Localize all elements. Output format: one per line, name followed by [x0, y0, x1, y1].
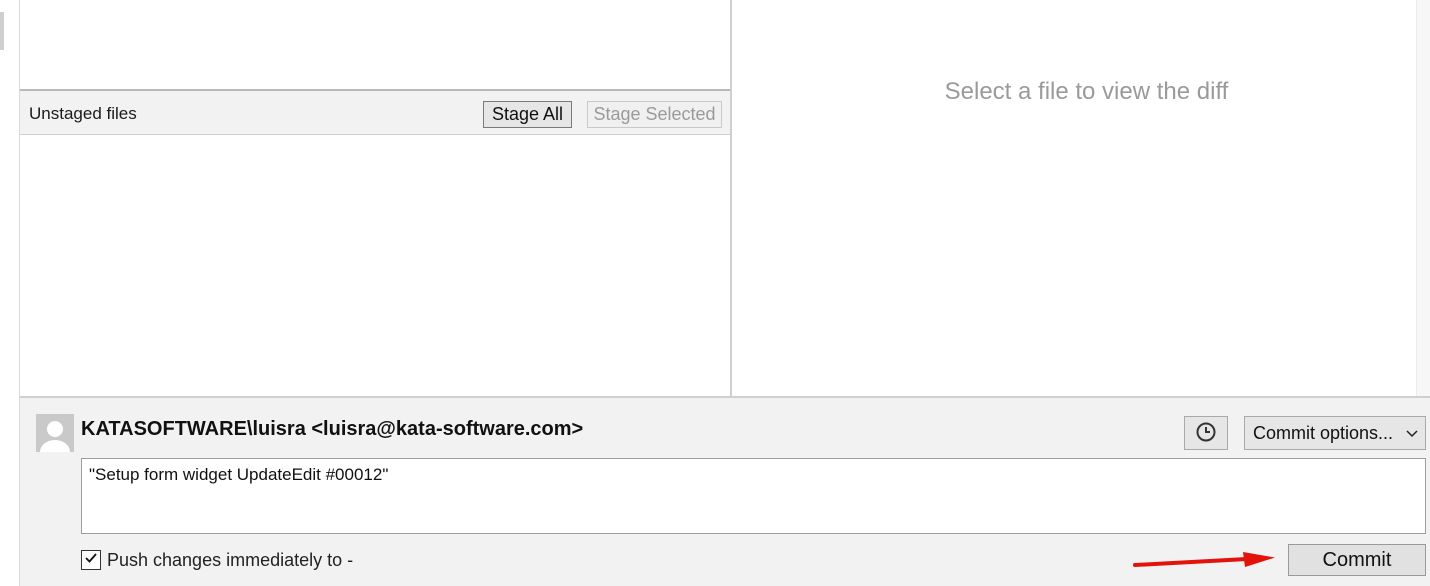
diff-placeholder-text: Select a file to view the diff [944, 78, 1229, 105]
stage-all-button[interactable]: Stage All [483, 101, 572, 128]
commit-options-label: Commit options... [1253, 422, 1394, 443]
red-arrow-icon [1133, 552, 1275, 567]
left-gutter [0, 0, 20, 586]
commit-options-dropdown[interactable]: Commit options... [1244, 416, 1426, 450]
push-changes-checkbox[interactable] [81, 550, 101, 570]
unstaged-files-header: Unstaged files Stage All Stage Selected [20, 91, 731, 135]
unstaged-files-list[interactable] [20, 136, 731, 396]
staged-files-list[interactable] [20, 0, 731, 91]
push-changes-label: Push changes immediately to - [107, 550, 354, 570]
stage-selected-button[interactable]: Stage Selected [587, 101, 722, 128]
unstaged-files-title: Unstaged files [29, 104, 137, 123]
commit-message-input[interactable]: "Setup form widget UpdateEdit #00012" [81, 458, 1426, 534]
gutter-scroll-indicator[interactable] [0, 12, 4, 50]
commit-button[interactable]: Commit [1288, 544, 1426, 576]
checkmark-icon [84, 551, 98, 570]
chevron-down-icon [1399, 425, 1425, 441]
commit-author: KATASOFTWARE\luisra <luisra@kata-softwar… [81, 418, 584, 440]
clock-icon [1195, 421, 1217, 446]
diff-view: Select a file to view the diff [732, 0, 1416, 397]
history-button[interactable] [1184, 416, 1228, 450]
user-avatar-icon [36, 414, 74, 452]
diff-scrollbar[interactable] [1416, 0, 1430, 397]
